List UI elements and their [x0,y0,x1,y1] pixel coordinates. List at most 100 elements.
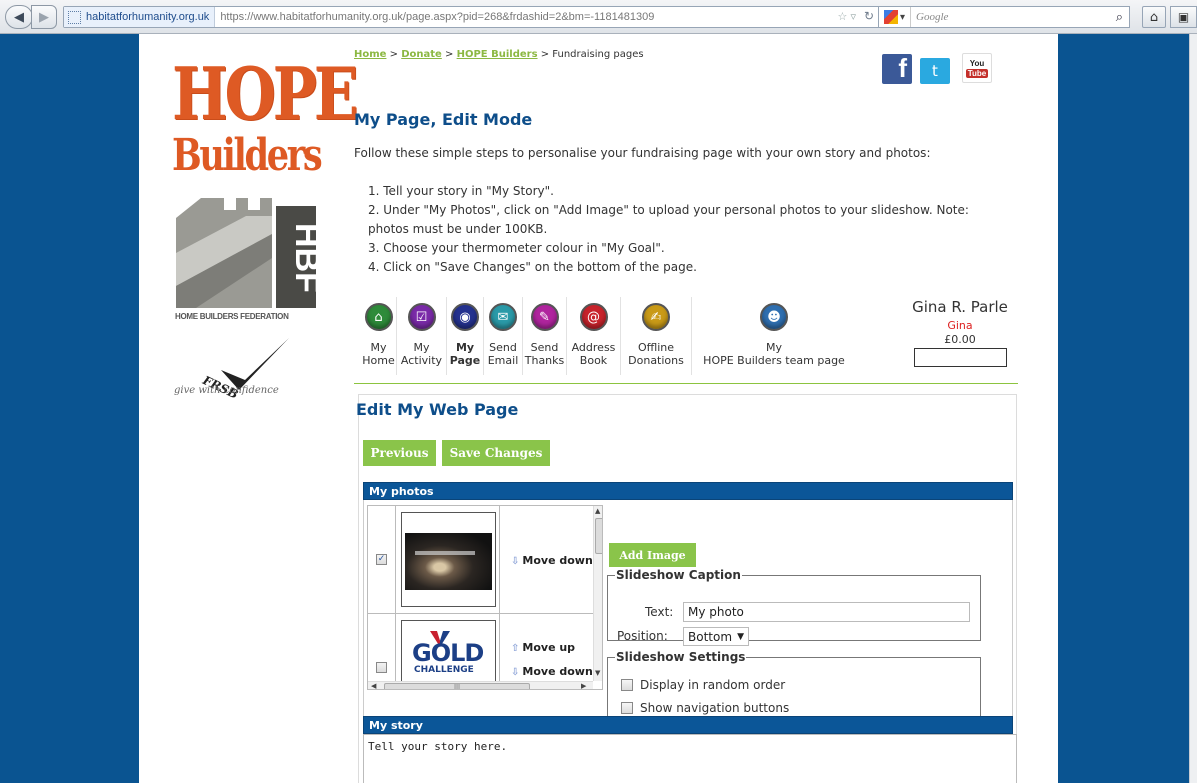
search-bar[interactable]: ▾ Google ⌕ [878,6,1130,28]
move-down-label: Move down [522,665,593,678]
history-buttons: ◀ ▶ [5,5,59,29]
window-scrollbar[interactable] [1189,34,1197,783]
builders-logo-text[interactable]: Builders [172,133,323,179]
step-item: 2. Under "My Photos", click on "Add Imag… [368,203,969,236]
story-textarea[interactable]: Tell your story here. [363,734,1017,783]
scroll-up-icon[interactable]: ▲ [595,507,600,515]
nav-my-home[interactable]: ⌂ My Home [361,297,397,375]
twitter-glyph: t [932,62,938,80]
random-order-option[interactable]: Display in random order [621,678,785,692]
search-placeholder[interactable]: Google [911,11,948,23]
nav-label-line2: Activity [400,354,443,367]
steps-list: 1. Tell your story in "My Story". 2. Und… [363,182,1013,277]
scroll-left-icon[interactable]: ◀ [371,682,376,689]
hbf-logo-icon: HBF [176,198,317,323]
search-icon[interactable]: ⌕ [1116,9,1123,25]
youtube-icon[interactable]: You Tube [962,53,992,83]
nav-address-book[interactable]: @ Address Book [567,297,621,375]
facebook-glyph: f [898,53,907,83]
nav-offline-donations[interactable]: ✍ Offline Donations [621,297,692,375]
breadcrumb-home[interactable]: Home [354,49,386,60]
team-icon: ☻ [760,303,788,331]
caption-text-input[interactable] [683,602,970,622]
scroll-right-icon[interactable]: ▶ [581,682,586,689]
scroll-thumb[interactable]: ||| [384,683,530,689]
nav-buttons-checkbox[interactable] [621,702,633,714]
nav-label-line1: My [455,341,475,354]
scroll-thumb[interactable] [595,518,602,554]
move-up-label: Move up [522,641,576,654]
arrow-down-icon: ⇩ [511,556,520,567]
house-icon: ⌂ [364,303,393,331]
move-down-link[interactable]: ⇩ Move down [511,665,593,678]
nav-label-line1: My [370,341,387,354]
home-button[interactable]: ⌂ [1142,6,1166,28]
donations-icon: ✍ [642,303,670,331]
back-button[interactable]: ◀ [5,5,33,29]
intro-text: Follow these simple steps to personalise… [354,146,931,160]
position-label: Position: [617,629,668,643]
nav-label-line2: Thanks [524,354,565,367]
nav-label-line1: My [765,341,782,354]
dashboard-nav: ⌂ My Home ☑ My Activity ◉ My Page ✉ Send… [361,297,856,375]
search-engine-button[interactable]: ▾ [879,7,911,27]
random-order-label: Display in random order [640,678,786,692]
breadcrumb-separator: > [389,49,399,60]
address-bar[interactable]: habitatforhumanity.org.uk https://www.ha… [63,6,883,28]
save-changes-button[interactable]: Save Changes [442,440,550,466]
hope-logo-text[interactable]: HOPE [172,54,359,134]
youtube-tube: Tube [965,68,989,78]
photo-workshop-image [405,533,492,590]
site-identity-button[interactable]: habitatforhumanity.org.uk [64,7,216,27]
page-icon: ◉ [451,303,479,331]
add-image-button[interactable]: Add Image [609,543,696,567]
previous-button[interactable]: Previous [363,440,436,466]
hbf-caption: HOME BUILDERS FEDERATION [175,312,289,321]
nav-label-line1: Address [571,341,616,354]
forward-button[interactable]: ▶ [31,5,57,29]
url-text[interactable]: https://www.habitatforhumanity.org.uk/pa… [215,11,882,23]
photo-select-cell [368,614,396,689]
move-up-link[interactable]: ⇧ Move up [511,641,575,654]
extension-button[interactable]: ▣ [1170,6,1197,28]
nav-my-activity[interactable]: ☑ My Activity [397,297,447,375]
nav-buttons-option[interactable]: Show navigation buttons [621,701,789,715]
favicon-icon [68,10,81,24]
twitter-icon[interactable]: t [920,58,950,84]
nav-label-line2: Home [362,354,395,367]
nav-label-line1: Send [530,341,559,354]
gold-logo-text: GOLD [412,639,484,667]
bookmark-star-icon[interactable]: ☆ ▿ [838,10,856,23]
nav-label-line1: My [413,341,430,354]
photo-thumb-cell [396,506,500,613]
reload-icon[interactable]: ↻ [864,9,874,23]
photo-list-hscrollbar[interactable]: ◀ ||| ▶ [368,681,593,689]
photos-section-header: My photos [363,482,1013,500]
breadcrumb-donate[interactable]: Donate [401,49,442,60]
user-name: Gina R. Parle [912,298,1008,316]
photo-list-vscrollbar[interactable]: ▲ ▼ [593,506,602,681]
nav-send-email[interactable]: ✉ Send Email [484,297,523,375]
facebook-icon[interactable]: f [882,53,912,84]
move-down-link[interactable]: ⇩ Move down [511,554,593,567]
position-select[interactable]: Bottom ▼ [683,627,749,646]
svg-text:HBF: HBF [288,223,317,293]
random-order-checkbox[interactable] [621,679,633,691]
nav-my-page[interactable]: ◉ My Page [447,297,484,375]
move-down-label: Move down [522,554,593,567]
photo-checkbox[interactable] [376,662,387,673]
page-content: HOPE Builders HBF HOME BUILDERS FEDERATI… [139,34,1058,783]
envelope-icon: ✉ [489,303,517,331]
scroll-down-icon[interactable]: ▼ [595,669,600,677]
nav-label-line2: Page [449,354,481,367]
nav-team-page[interactable]: ☻ My HOPE Builders team page [692,297,856,375]
photo-thumbnail[interactable] [401,512,496,607]
breadcrumb: Home > Donate > HOPE Builders > Fundrais… [354,49,644,60]
nav-send-thanks[interactable]: ✎ Send Thanks [523,297,567,375]
photo-checkbox[interactable]: ✓ [376,554,387,565]
text-label: Text: [645,605,674,619]
breadcrumb-hope-builders[interactable]: HOPE Builders [457,49,538,60]
extension-icon: ▣ [1177,10,1190,24]
slideshow-settings-group: Slideshow Settings Display in random ord… [607,650,981,718]
photo-thumbnail[interactable]: GOLD CHALLENGE [401,620,496,689]
